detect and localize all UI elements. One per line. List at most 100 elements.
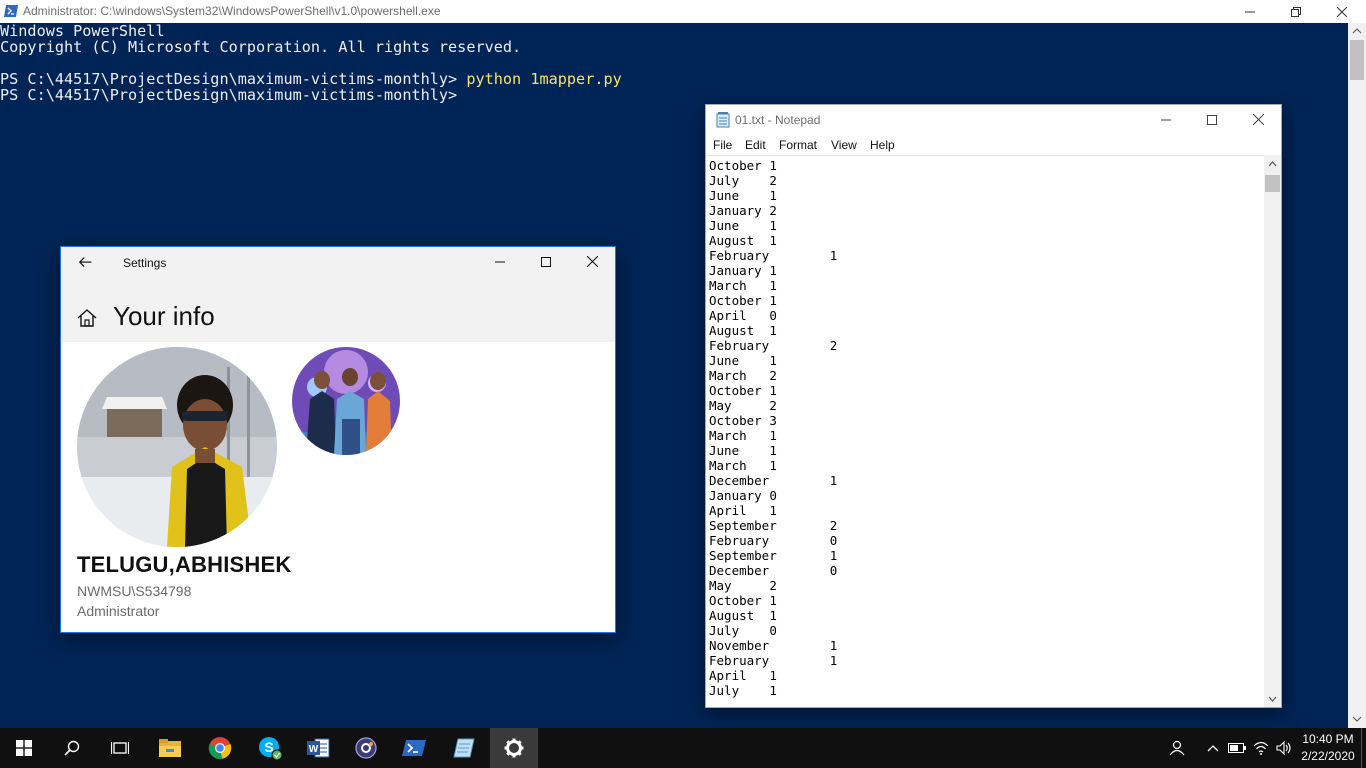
scroll-up-icon[interactable] [1352, 28, 1362, 34]
scroll-down-icon[interactable] [1264, 690, 1281, 707]
notepad-text-area[interactable]: October 1 July 2 June 1 January 2 June 1 August 1 Fe… [706, 155, 1264, 707]
settings-close-button[interactable] [569, 250, 615, 273]
line-count: 1 [769, 263, 777, 278]
settings-window[interactable]: Settings Your info TELUGU,ABHISHEK NWMSU… [60, 246, 616, 633]
line-count: 2 [829, 518, 838, 533]
notepad-close-button[interactable] [1235, 108, 1281, 131]
scroll-up-icon[interactable] [1264, 155, 1281, 172]
chrome-icon [208, 737, 232, 760]
command-line: PS C:\44517\ProjectDesign\maximum-victim… [0, 71, 622, 87]
line-month: July [709, 683, 740, 698]
notepad-button[interactable] [440, 728, 488, 768]
close-icon [586, 256, 598, 267]
line-count: 0 [769, 308, 777, 323]
menu-edit[interactable]: Edit [745, 138, 766, 152]
settings-minimize-button[interactable] [477, 250, 523, 273]
user-domain: NWMSU\S534798 [77, 583, 192, 599]
line-count: 2 [829, 338, 838, 353]
powershell-scrollbar[interactable] [1348, 23, 1366, 728]
notepad-window[interactable]: 01.txt - Notepad File Edit Format View H… [705, 104, 1282, 708]
search-button[interactable] [48, 728, 96, 768]
minimize-button[interactable] [1227, 0, 1273, 23]
powershell-title: Administrator: C:\windows\System32\Windo… [23, 4, 441, 18]
start-button[interactable] [0, 728, 48, 768]
word-button[interactable]: W [294, 728, 342, 768]
line-count: 1 [769, 278, 777, 293]
line-count: 3 [769, 413, 777, 428]
notepad-scrollbar[interactable] [1264, 155, 1281, 707]
line-count: 1 [769, 158, 777, 173]
line-count: 1 [829, 548, 838, 563]
notepad-minimize-button[interactable] [1143, 108, 1189, 131]
line-count: 0 [829, 533, 838, 548]
line-count: 2 [769, 578, 777, 593]
scrollbar-thumb[interactable] [1265, 175, 1280, 192]
app-button[interactable] [342, 728, 390, 768]
notepad-menubar: File Edit Format View Help [706, 135, 1281, 155]
task-view-icon [111, 742, 129, 754]
maximize-icon [541, 256, 551, 267]
menu-file[interactable]: File [713, 138, 732, 152]
back-arrow-icon[interactable] [77, 254, 95, 272]
command-text: python 1mapper.py [466, 70, 622, 88]
taskbar: S W 10:40 PM 2/22/2020 [0, 728, 1366, 768]
line-count: 1 [769, 683, 777, 698]
line-count: 2 [769, 398, 777, 413]
line-month: March [709, 278, 747, 293]
skype-icon: S [259, 737, 283, 761]
powershell-icon [402, 740, 426, 756]
windows-logo-icon [16, 740, 32, 756]
task-view-button[interactable] [96, 728, 144, 768]
line-count: 1 [769, 668, 777, 683]
line-month: April [709, 668, 747, 683]
settings-maximize-button[interactable] [523, 250, 569, 273]
powershell-button[interactable] [390, 728, 438, 768]
restore-button[interactable] [1273, 0, 1319, 23]
line-month: April [709, 308, 747, 323]
menu-help[interactable]: Help [870, 138, 895, 152]
clock-time: 10:40 PM [1302, 732, 1354, 746]
line-count: 1 [829, 473, 838, 488]
line-count: 1 [769, 383, 777, 398]
line-month: January [709, 488, 762, 503]
menu-view[interactable]: View [831, 138, 857, 152]
line-month: March [709, 428, 747, 443]
people-button[interactable] [1164, 728, 1190, 768]
skype-button[interactable]: S [246, 728, 294, 768]
menu-format[interactable]: Format [779, 138, 817, 152]
user-role: Administrator [77, 603, 160, 619]
notepad-maximize-button[interactable] [1189, 108, 1235, 131]
line-month: August [709, 608, 755, 623]
scrollbar-thumb[interactable] [1350, 40, 1364, 80]
close-icon [1252, 114, 1264, 125]
secondary-profile-picture[interactable] [292, 347, 400, 455]
minimize-icon [1245, 11, 1255, 12]
battery-button[interactable] [1226, 728, 1248, 768]
notepad-icon [716, 112, 730, 128]
home-icon[interactable] [77, 308, 97, 328]
line-month: June [709, 443, 740, 458]
line-count: 0 [829, 563, 838, 578]
line-month: June [709, 218, 740, 233]
page-title: Your info [113, 301, 215, 331]
line-count: 1 [769, 503, 777, 518]
line-count: 0 [769, 623, 777, 638]
close-button[interactable] [1319, 0, 1365, 23]
system-clock[interactable]: 10:40 PM 2/22/2020 [1296, 731, 1360, 765]
svg-text:W: W [309, 744, 319, 755]
notepad-titlebar[interactable]: 01.txt - Notepad [706, 105, 1281, 135]
scroll-down-icon[interactable] [1352, 716, 1362, 722]
settings-button[interactable] [490, 728, 538, 768]
line-count: 2 [769, 173, 777, 188]
powershell-titlebar[interactable]: Administrator: C:\windows\System32\Windo… [0, 0, 1366, 23]
show-hidden-icons-button[interactable] [1202, 728, 1224, 768]
wifi-button[interactable] [1250, 728, 1272, 768]
line-count: 1 [769, 233, 777, 248]
volume-button[interactable] [1273, 728, 1295, 768]
copyright-line: Copyright (C) Microsoft Corporation. All… [0, 38, 522, 56]
line-month: June [709, 188, 740, 203]
show-desktop-button[interactable] [1361, 728, 1366, 768]
file-explorer-button[interactable] [146, 728, 194, 768]
chrome-button[interactable] [196, 728, 244, 768]
line-month: August [709, 323, 755, 338]
